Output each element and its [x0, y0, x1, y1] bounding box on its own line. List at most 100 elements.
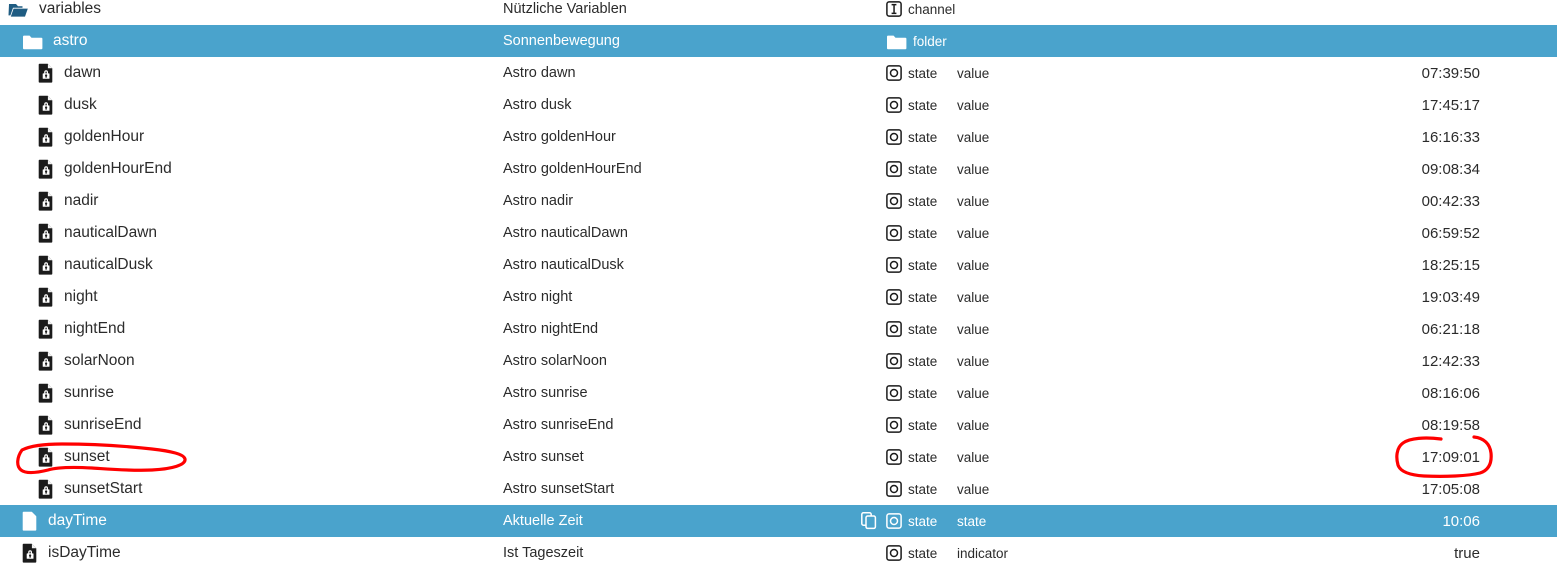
table-row[interactable]: sunset Astro sunset state value 17:09:01: [0, 441, 1557, 473]
row-type-cell: state: [886, 377, 937, 409]
row-type-label: channel: [908, 1, 956, 17]
row-name-cell[interactable]: sunriseEnd: [0, 409, 142, 441]
row-description: Ist Tageszeit: [503, 545, 584, 561]
table-row[interactable]: nightEnd Astro nightEnd state value 06:21:18: [0, 313, 1557, 345]
row-description: Astro nadir: [503, 193, 574, 209]
row-name-cell[interactable]: variables: [0, 0, 101, 25]
row-value: 07:39:50: [1421, 64, 1480, 82]
row-role-label: value: [957, 449, 990, 465]
row-name-cell[interactable]: isDayTime: [0, 537, 121, 567]
table-row[interactable]: nadir Astro nadir state value 00:42:33: [0, 185, 1557, 217]
row-name-label: nauticalDawn: [64, 224, 158, 241]
row-value: 12:42:33: [1421, 352, 1480, 370]
row-name-cell[interactable]: dawn: [0, 57, 101, 89]
row-role-label: value: [957, 65, 990, 81]
row-name-label: sunriseEnd: [64, 416, 142, 433]
row-type-label: state: [908, 353, 938, 369]
state-icon: [886, 225, 902, 241]
state-icon: [886, 481, 902, 497]
row-name-cell[interactable]: nauticalDusk: [0, 249, 153, 281]
row-type-cell: state: [886, 505, 937, 537]
copy-icon[interactable]: [861, 505, 877, 537]
row-name-cell[interactable]: astro: [0, 25, 87, 57]
row-name-cell[interactable]: night: [0, 281, 98, 313]
row-name-cell[interactable]: nauticalDawn: [0, 217, 157, 249]
table-row[interactable]: sunrise Astro sunrise state value 08:16:06: [0, 377, 1557, 409]
row-role-label: value: [957, 385, 990, 401]
row-type-cell: state: [886, 281, 937, 313]
row-name-cell[interactable]: goldenHourEnd: [0, 153, 172, 185]
locked-document-icon: [38, 63, 54, 83]
state-icon: [886, 353, 902, 369]
row-name-label: isDayTime: [48, 544, 121, 561]
open-folder-icon: [8, 0, 29, 18]
table-row[interactable]: variables Nützliche Variablen channel: [0, 0, 1557, 25]
row-name-cell[interactable]: nadir: [0, 185, 98, 217]
row-type-label: state: [908, 193, 938, 209]
locked-document-icon: [38, 383, 54, 403]
row-name-cell[interactable]: goldenHour: [0, 121, 144, 153]
row-type-cell: state: [886, 537, 937, 567]
row-name-label: dayTime: [48, 512, 107, 529]
row-name-cell[interactable]: nightEnd: [0, 313, 125, 345]
state-icon: [886, 545, 902, 561]
row-name-cell[interactable]: dusk: [0, 89, 97, 121]
table-row[interactable]: dayTime Aktuelle Zeit state state 10:06: [0, 505, 1557, 537]
table-row[interactable]: dusk Astro dusk state value 17:45:17: [0, 89, 1557, 121]
folder-icon: [22, 32, 43, 51]
table-row[interactable]: sunsetStart Astro sunsetStart state value 17…: [0, 473, 1557, 505]
row-type-label: state: [908, 97, 938, 113]
row-role-label: value: [957, 225, 990, 241]
row-name-label: variables: [39, 0, 102, 17]
state-icon: [886, 321, 902, 337]
row-description: Astro nightEnd: [503, 321, 599, 337]
state-icon: [886, 193, 902, 209]
row-value: 19:03:49: [1421, 288, 1480, 306]
row-value: 17:45:17: [1421, 96, 1480, 114]
table-row[interactable]: solarNoon Astro solarNoon state value 12:42:…: [0, 345, 1557, 377]
table-row[interactable]: sunriseEnd Astro sunriseEnd state value 08:1…: [0, 409, 1557, 441]
row-type-label: state: [908, 257, 938, 273]
state-icon: [886, 257, 902, 273]
locked-document-icon: [38, 223, 54, 243]
row-description: Astro sunrise: [503, 385, 588, 401]
state-icon: [886, 449, 902, 465]
row-description: Astro nauticalDawn: [503, 225, 628, 241]
row-name-cell[interactable]: dayTime: [0, 505, 107, 537]
table-row[interactable]: night Astro night state value 19:03:49: [0, 281, 1557, 313]
row-description: Astro nauticalDusk: [503, 257, 624, 273]
row-type-cell: state: [886, 473, 937, 505]
row-role-label: value: [957, 353, 990, 369]
state-icon: [886, 65, 902, 81]
table-row[interactable]: nauticalDusk Astro nauticalDusk state value…: [0, 249, 1557, 281]
row-type-cell: state: [886, 441, 937, 473]
state-icon: [886, 513, 902, 529]
row-role-label: value: [957, 193, 990, 209]
row-name-cell[interactable]: sunrise: [0, 377, 114, 409]
table-row[interactable]: isDayTime Ist Tageszeit state indicator true: [0, 537, 1557, 567]
locked-document-icon: [38, 159, 54, 179]
locked-document-icon: [22, 511, 38, 531]
table-row[interactable]: goldenHour Astro goldenHour state value 16:1…: [0, 121, 1557, 153]
row-description: Nützliche Variablen: [503, 1, 627, 17]
row-role-label: value: [957, 481, 990, 497]
row-value: 08:16:06: [1421, 384, 1480, 402]
table-row[interactable]: astro Sonnenbewegung folder: [0, 25, 1557, 57]
row-type-cell: state: [886, 185, 937, 217]
table-row[interactable]: nauticalDawn Astro nauticalDawn state value…: [0, 217, 1557, 249]
row-role-label: indicator: [957, 545, 1009, 561]
row-value: 06:21:18: [1421, 320, 1480, 338]
row-type-cell: folder: [886, 25, 947, 57]
row-name-cell[interactable]: sunset: [0, 441, 110, 473]
table-row[interactable]: goldenHourEnd Astro goldenHourEnd state val…: [0, 153, 1557, 185]
row-name-label: night: [64, 288, 98, 305]
row-name-cell[interactable]: sunsetStart: [0, 473, 142, 505]
row-name-label: sunsetStart: [64, 480, 143, 497]
row-description: Astro night: [503, 289, 573, 305]
state-icon: [886, 129, 902, 145]
row-name-label: solarNoon: [64, 352, 135, 369]
row-value: true: [1454, 544, 1480, 562]
row-description: Astro sunset: [503, 449, 584, 465]
row-name-cell[interactable]: solarNoon: [0, 345, 135, 377]
table-row[interactable]: dawn Astro dawn state value 07:39:50: [0, 57, 1557, 89]
